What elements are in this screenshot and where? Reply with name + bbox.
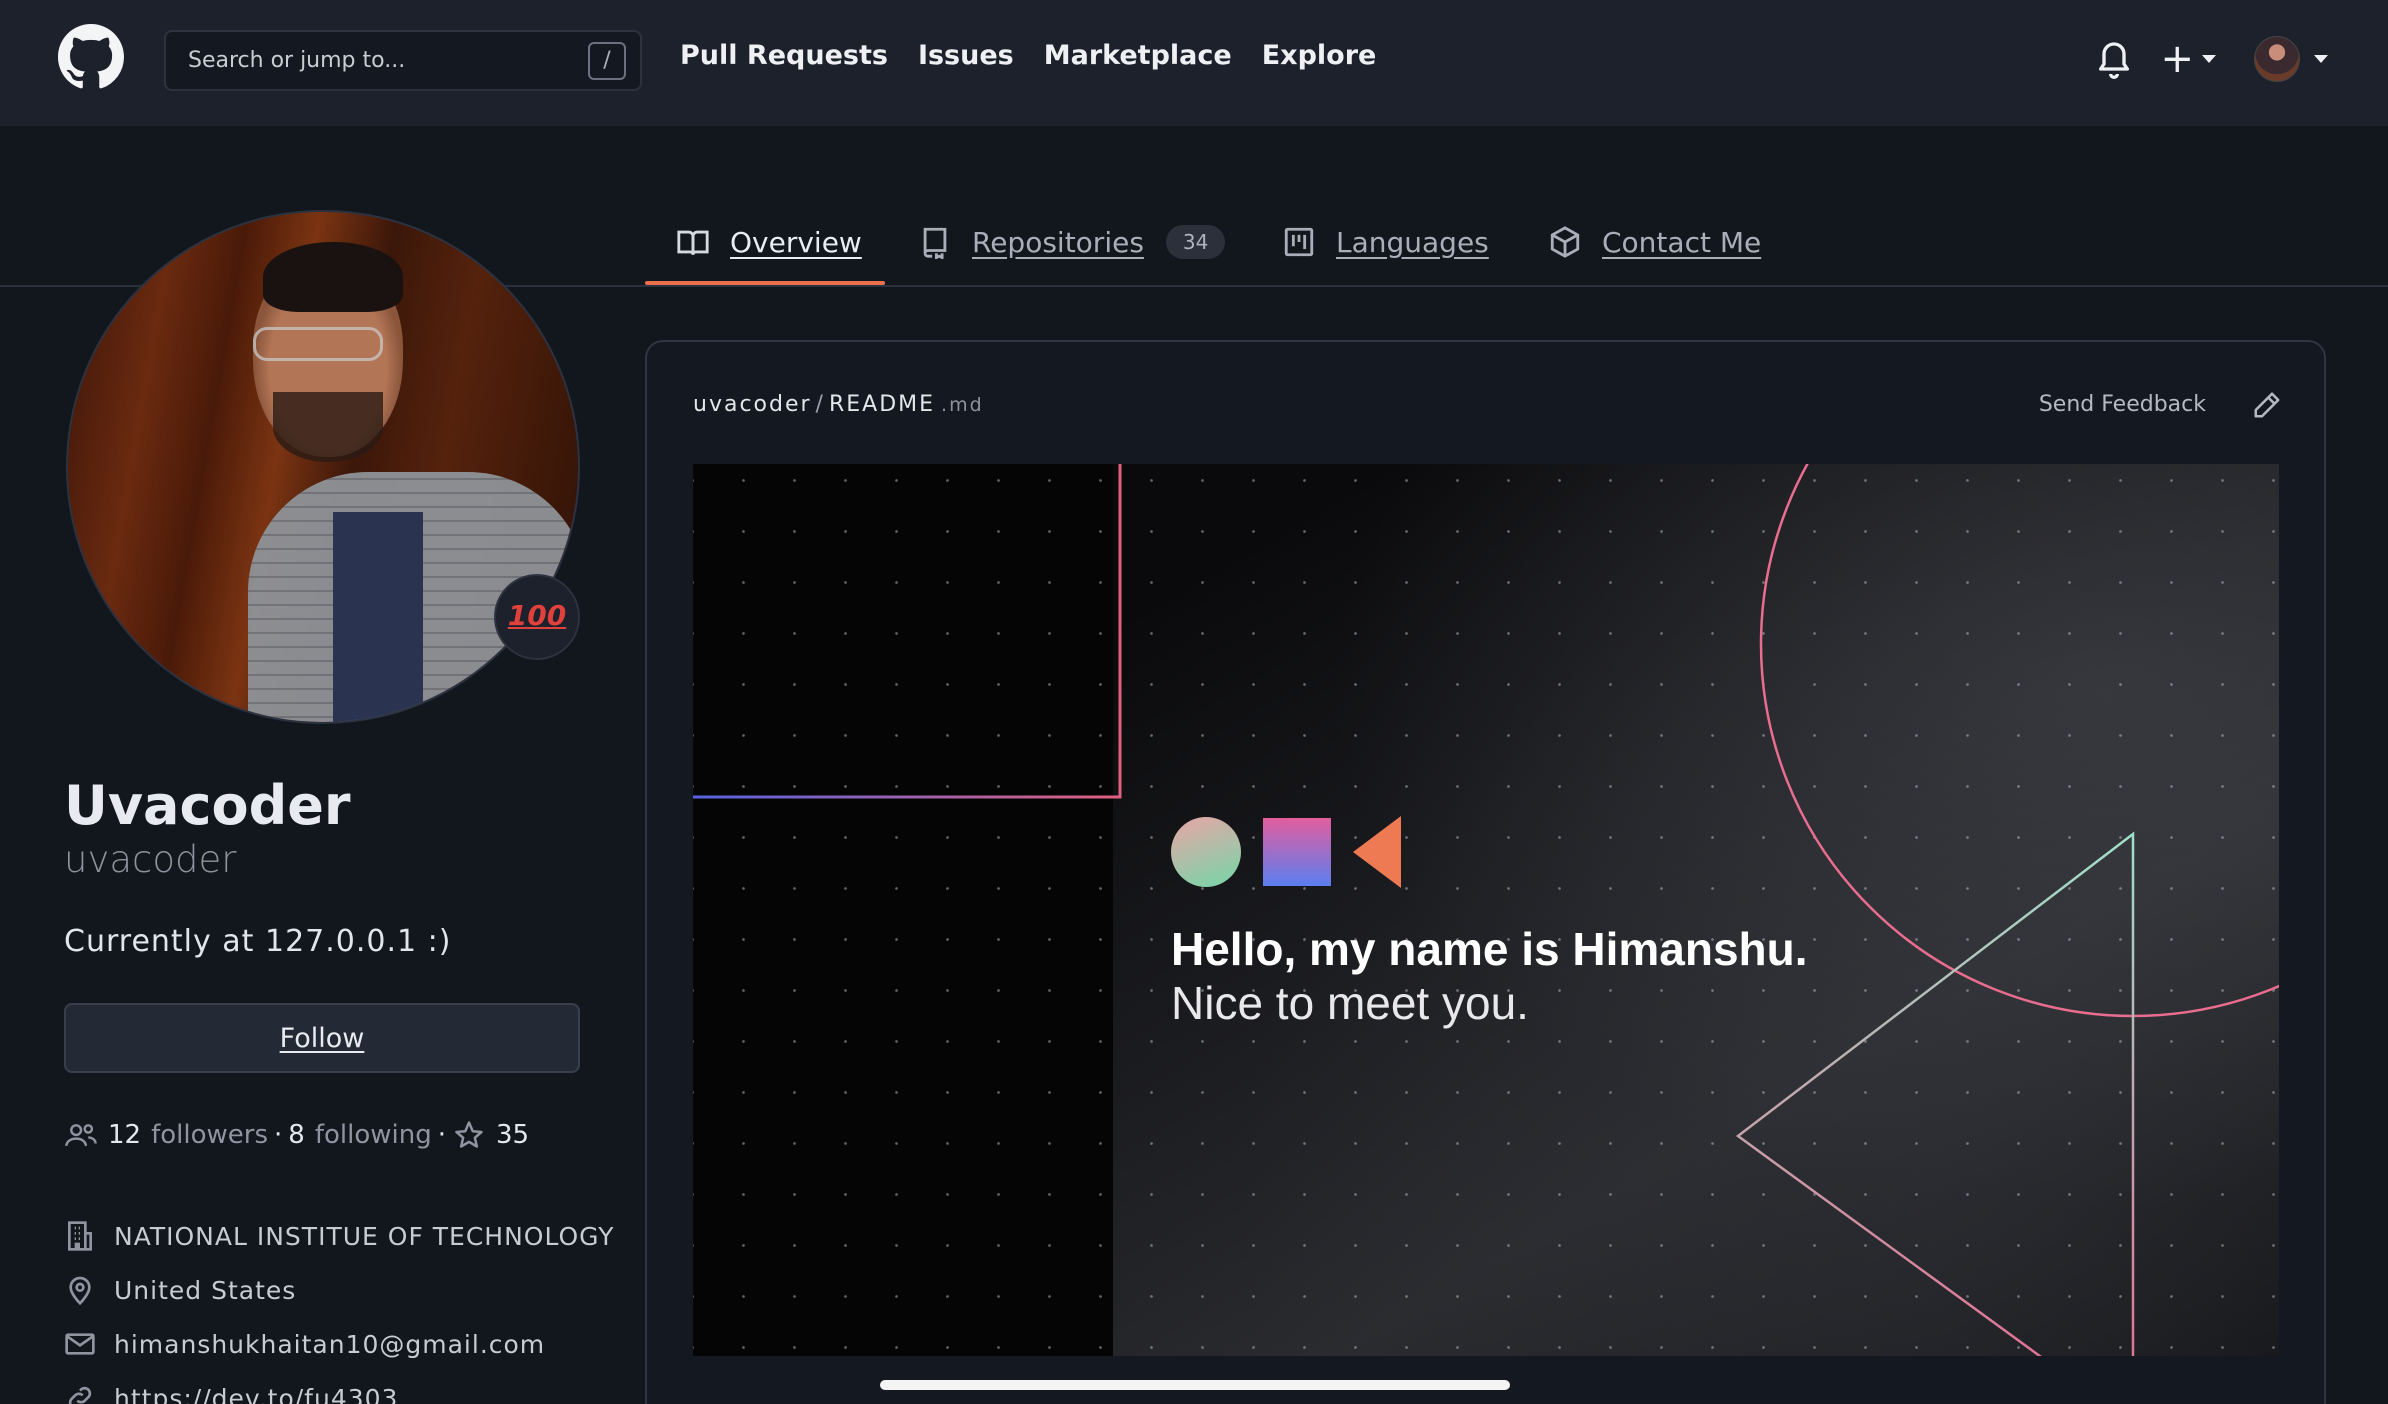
primary-nav-links: Pull Requests Issues Marketplace Explore xyxy=(680,40,1376,71)
organization-name: NATIONAL INSTITUE OF TECHNOLOGY xyxy=(114,1221,615,1251)
create-new-dropdown[interactable]: + xyxy=(2160,39,2216,79)
profile-stats: 12 followers · 8 following · 35 xyxy=(64,1120,539,1150)
avatar xyxy=(2254,36,2300,82)
readme-file-path: uvacoder / README .md xyxy=(693,392,984,417)
nav-explore[interactable]: Explore xyxy=(1262,40,1377,71)
link-icon xyxy=(68,1386,92,1404)
profile-bio: Currently at 127.0.0.1 :) xyxy=(64,924,452,959)
readme-filename[interactable]: README xyxy=(829,392,935,417)
mail-icon xyxy=(65,1333,95,1355)
banner-shapes xyxy=(1171,816,1401,888)
plus-icon: + xyxy=(2160,36,2194,82)
profile-website: https://dev.to/fu4303 xyxy=(64,1382,398,1404)
separator-dot: · xyxy=(437,1120,446,1150)
github-logo-icon[interactable] xyxy=(58,24,124,90)
nav-marketplace[interactable]: Marketplace xyxy=(1044,40,1232,71)
bell-icon[interactable] xyxy=(2094,37,2134,81)
pencil-edit-icon[interactable] xyxy=(2252,390,2282,420)
send-feedback-link[interactable]: Send Feedback xyxy=(2039,392,2206,417)
profile-email: himanshukhaitan10@gmail.com xyxy=(64,1328,545,1360)
readme-banner-image: Hello, my name is Himanshu. Nice to meet… xyxy=(693,464,2279,1356)
profile-username: uvacoder xyxy=(64,838,237,881)
tab-repositories[interactable]: Repositories 34 xyxy=(918,212,1226,272)
profile-photo-glasses xyxy=(253,327,383,361)
tab-overview[interactable]: Overview xyxy=(676,212,862,272)
profile-photo-beard xyxy=(273,392,383,462)
chevron-down-icon xyxy=(2314,55,2328,63)
nav-issues[interactable]: Issues xyxy=(918,40,1014,71)
orange-triangle-shape xyxy=(1353,816,1401,888)
repo-count-badge: 34 xyxy=(1165,225,1226,259)
book-icon xyxy=(677,230,709,256)
stars-count[interactable]: 35 xyxy=(496,1120,529,1150)
profile-full-name: Uvacoder xyxy=(64,774,351,837)
tab-label: Overview xyxy=(730,225,862,259)
top-navigation-bar: / Pull Requests Issues Marketplace Explo… xyxy=(0,0,2388,126)
organization-icon xyxy=(68,1221,92,1251)
active-tab-indicator xyxy=(645,281,885,285)
chevron-down-icon xyxy=(2202,55,2216,63)
tab-languages[interactable]: Languages xyxy=(1282,212,1489,272)
email-link[interactable]: himanshukhaitan10@gmail.com xyxy=(114,1330,545,1359)
profile-organization: NATIONAL INSTITUE OF TECHNOLOGY xyxy=(64,1220,615,1252)
readme-extension: .md xyxy=(941,394,984,416)
readme-owner[interactable]: uvacoder xyxy=(693,392,812,417)
banner-greeting: Hello, my name is Himanshu. xyxy=(1171,923,1808,975)
nav-right-actions: + xyxy=(2094,36,2328,82)
search-box[interactable]: / xyxy=(164,30,642,91)
nav-pull-requests[interactable]: Pull Requests xyxy=(680,40,888,71)
tab-label: Languages xyxy=(1336,225,1489,259)
user-menu-dropdown[interactable] xyxy=(2254,36,2328,82)
gradient-circle-shape xyxy=(1171,817,1241,887)
tab-contact-me[interactable]: Contact Me xyxy=(1548,212,1761,272)
followers-label[interactable]: followers xyxy=(151,1120,268,1150)
banner-subtitle: Nice to meet you. xyxy=(1171,977,1529,1029)
website-link[interactable]: https://dev.to/fu4303 xyxy=(114,1384,398,1404)
search-shortcut-key: / xyxy=(588,42,626,80)
following-label[interactable]: following xyxy=(315,1120,432,1150)
status-emoji-badge[interactable]: 100 xyxy=(494,574,580,660)
banner-line-art xyxy=(693,464,2279,1356)
location-text: United States xyxy=(114,1275,297,1305)
repo-icon xyxy=(923,227,947,259)
gradient-square-shape xyxy=(1263,818,1331,886)
tab-label: Contact Me xyxy=(1602,225,1762,259)
people-icon xyxy=(65,1124,97,1147)
location-pin-icon xyxy=(69,1276,91,1306)
readme-card: uvacoder / README .md Send Feedback Hell… xyxy=(645,340,2326,1404)
following-count[interactable]: 8 xyxy=(288,1120,305,1150)
star-icon xyxy=(455,1121,483,1148)
profile-location: United States xyxy=(64,1274,296,1306)
separator-dot: · xyxy=(274,1120,283,1150)
profile-avatar[interactable] xyxy=(66,210,580,724)
project-board-icon xyxy=(1284,227,1314,257)
home-indicator-bar[interactable] xyxy=(880,1380,1510,1390)
search-input[interactable] xyxy=(188,48,548,73)
profile-photo-hair xyxy=(263,242,403,312)
followers-count[interactable]: 12 xyxy=(108,1120,141,1150)
path-separator: / xyxy=(815,392,825,417)
profile-photo-shirt xyxy=(333,512,423,722)
follow-button[interactable]: Follow xyxy=(64,1003,580,1073)
tab-label: Repositories xyxy=(972,225,1144,259)
package-icon xyxy=(1550,226,1580,258)
